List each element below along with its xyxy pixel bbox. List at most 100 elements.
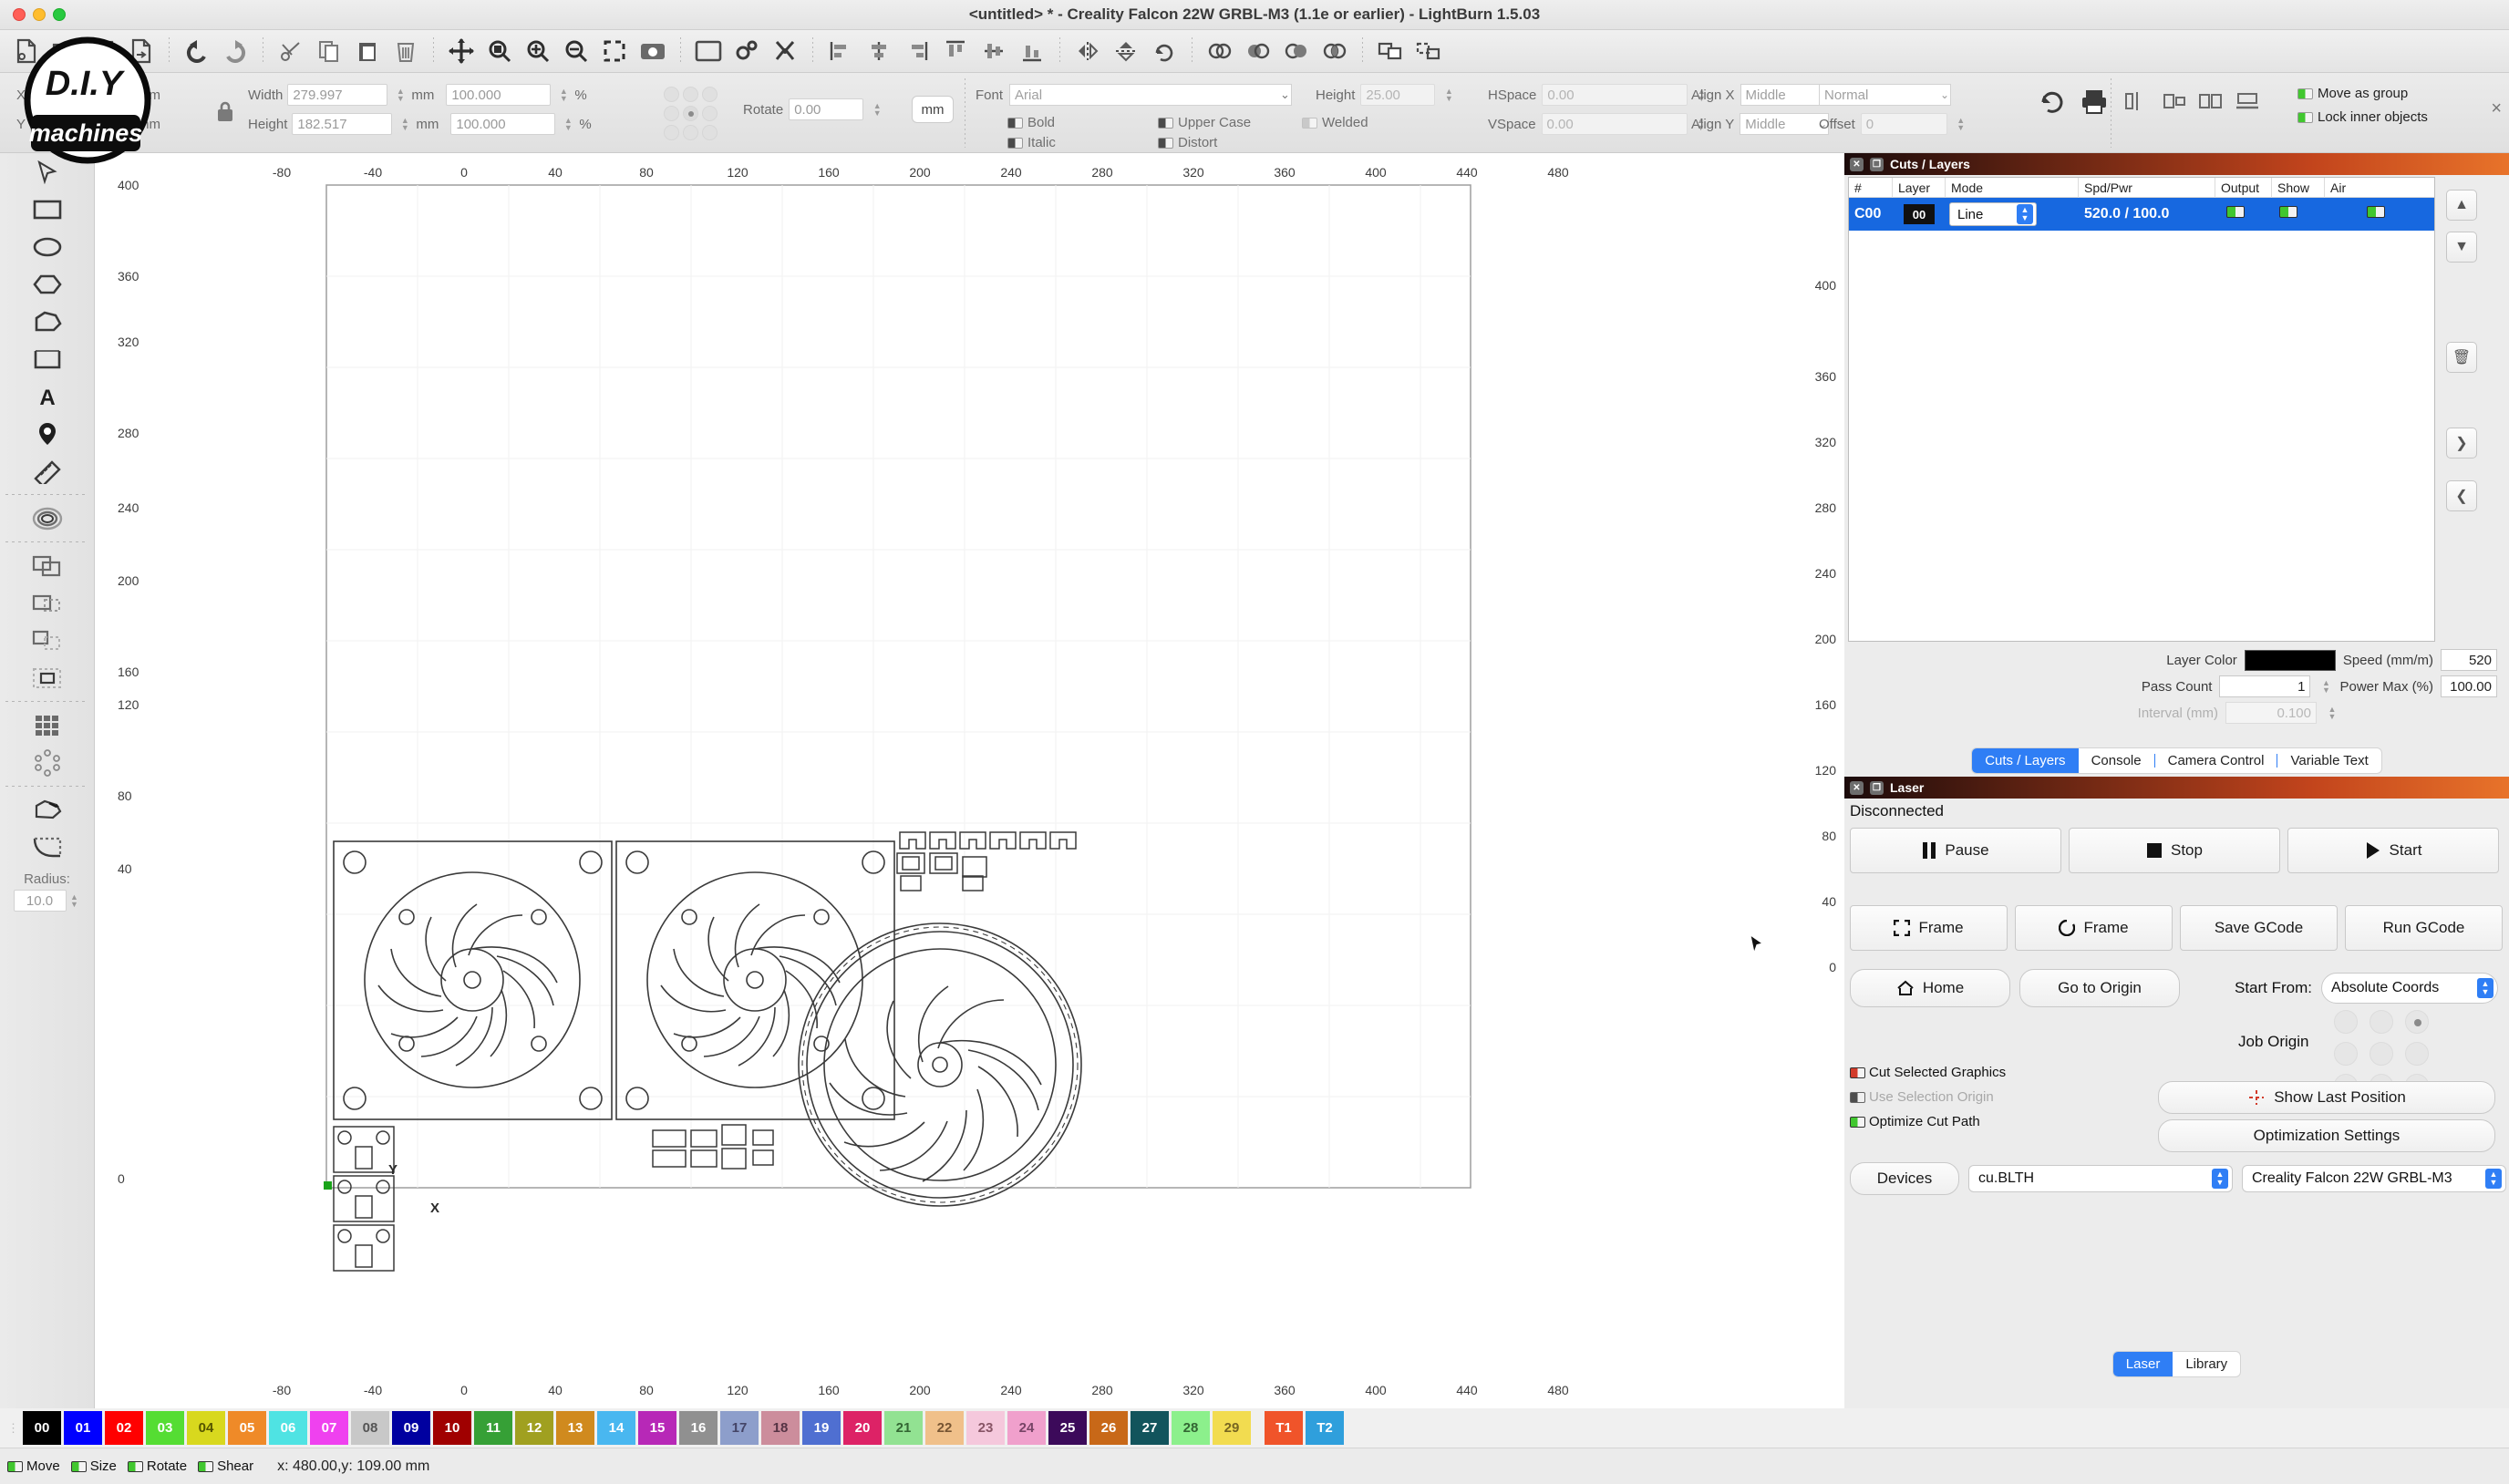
optimization-settings-button[interactable]: Optimization Settings <box>2158 1119 2495 1152</box>
prev-icon[interactable]: ❮ <box>2446 480 2477 511</box>
use-selection-origin-toggle[interactable]: Use Selection Origin <box>1850 1089 1994 1105</box>
move-as-group-toggle[interactable]: Move as group <box>2297 86 2408 101</box>
pass-count-stepper[interactable]: ▲ ▼ <box>2319 675 2332 697</box>
save-gcode-button[interactable]: Save GCode <box>2180 905 2338 951</box>
port-stepper-icon[interactable]: ▲ ▼ <box>2212 1169 2228 1189</box>
anchor-point-grid[interactable] <box>664 87 718 140</box>
row-output-toggle[interactable] <box>2226 206 2245 218</box>
align-left-icon[interactable] <box>821 33 860 69</box>
height-stepper[interactable]: ▲ ▼ <box>398 113 411 135</box>
move-switch[interactable] <box>7 1460 23 1472</box>
page-icon[interactable] <box>689 33 728 69</box>
align-center-page-icon[interactable] <box>2234 89 2261 117</box>
rotate-toggle[interactable]: Rotate <box>127 1458 187 1474</box>
cuts-layers-table[interactable]: # Layer Mode Spd/Pwr Output Show Air C00… <box>1848 177 2435 642</box>
offset-input[interactable]: 0 <box>1860 113 1947 135</box>
palette-swatch-12[interactable]: 12 <box>515 1411 553 1445</box>
palette-swatch-18[interactable]: 18 <box>761 1411 800 1445</box>
move-layer-down-icon[interactable]: ▼ <box>2446 232 2477 263</box>
units-button[interactable]: mm <box>912 96 954 123</box>
move-as-group-switch[interactable] <box>2297 88 2313 99</box>
palette-swatch-29[interactable]: 29 <box>1213 1411 1251 1445</box>
mode-stepper-icon[interactable]: ▲ ▼ <box>2017 204 2033 224</box>
palette-swatch-19[interactable]: 19 <box>802 1411 841 1445</box>
print-preview-icon[interactable] <box>2080 88 2109 119</box>
text-style-select[interactable]: Normal <box>1819 84 1951 106</box>
palette-swatch-16[interactable]: 16 <box>679 1411 718 1445</box>
text-tool[interactable]: A <box>0 377 95 415</box>
boolean-intersect-tool[interactable] <box>0 622 95 659</box>
palette-swatch-14[interactable]: 14 <box>597 1411 635 1445</box>
lock-aspect-ratio-button[interactable] <box>212 93 239 129</box>
frame-select-icon[interactable] <box>595 33 634 69</box>
palette-swatch-T1[interactable]: T1 <box>1265 1411 1303 1445</box>
lock-inner-objects-switch[interactable] <box>2297 111 2313 123</box>
job-origin-middle-right[interactable] <box>2405 1042 2429 1066</box>
palette-swatch-09[interactable]: 09 <box>392 1411 430 1445</box>
palette-swatch-26[interactable]: 26 <box>1089 1411 1128 1445</box>
palette-swatch-27[interactable]: 27 <box>1131 1411 1169 1445</box>
palette-handle-icon[interactable]: ⋮ <box>7 1421 19 1436</box>
laser-origin-controls[interactable]: Home Go to Origin Start From: Absolute C… <box>1850 969 2499 1007</box>
boolean-intersect-icon[interactable] <box>1316 33 1354 69</box>
row-show-toggle[interactable] <box>2279 206 2297 218</box>
reset-rotation-icon[interactable] <box>2038 88 2067 119</box>
rotate-input[interactable]: 0.00 <box>789 98 864 120</box>
palette-swatch-06[interactable]: 06 <box>269 1411 307 1445</box>
offset-stepper[interactable]: ▲ ▼ <box>1955 113 1967 135</box>
row-air-toggle[interactable] <box>2367 206 2385 218</box>
hspace-input[interactable]: 0.00 <box>1542 84 1688 106</box>
redo-icon[interactable] <box>216 33 254 69</box>
width-stepper[interactable]: ▲ ▼ <box>394 84 407 106</box>
italic-switch[interactable] <box>1007 137 1023 149</box>
height-scale-input[interactable]: 100.000 <box>450 113 556 135</box>
copy-icon[interactable] <box>310 33 348 69</box>
uppercase-switch[interactable] <box>1158 117 1173 129</box>
run-gcode-button[interactable]: Run GCode <box>2345 905 2503 951</box>
palette-swatch-04[interactable]: 04 <box>187 1411 225 1445</box>
boolean-subtract-tool[interactable] <box>0 584 95 622</box>
zoom-in-icon[interactable] <box>519 33 557 69</box>
go-to-origin-button[interactable]: Go to Origin <box>2019 969 2180 1007</box>
polygon-tool[interactable] <box>0 265 95 303</box>
ellipse-tool[interactable] <box>0 228 95 265</box>
palette-swatch-08[interactable]: 08 <box>351 1411 389 1445</box>
align-right-icon[interactable] <box>898 33 936 69</box>
palette-swatch-02[interactable]: 02 <box>105 1411 143 1445</box>
fillet-tool[interactable] <box>0 829 95 866</box>
bold-switch[interactable] <box>1007 117 1023 129</box>
zoom-out-icon[interactable] <box>557 33 595 69</box>
distort-toggle[interactable]: Distort <box>1158 135 1217 150</box>
move-layer-up-icon[interactable]: ▲ <box>2446 190 2477 221</box>
job-origin-middle-left[interactable] <box>2334 1042 2358 1066</box>
job-origin-top-left[interactable] <box>2334 1010 2358 1034</box>
bold-toggle[interactable]: Bold <box>1007 115 1055 130</box>
tab-cuts-layers[interactable]: Cuts / Layers <box>1972 748 2079 773</box>
tab-library[interactable]: Library <box>2173 1352 2240 1376</box>
color-palette[interactable]: ⋮ 00 01 02 03 04 05 06 07 08 09 10 11 12 13 14 15 16 17 18… <box>0 1408 2509 1448</box>
width-scale-input[interactable]: 100.000 <box>446 84 552 106</box>
show-last-position-button[interactable]: Show Last Position <box>2158 1081 2495 1114</box>
boolean-cut-tool[interactable] <box>0 659 95 696</box>
anchor-bottom-left[interactable] <box>664 125 679 140</box>
font-family-select[interactable]: Arial <box>1009 84 1293 106</box>
offset-shapes-tool[interactable] <box>0 500 95 537</box>
text-height-input[interactable]: 25.00 <box>1360 84 1436 106</box>
distort-switch[interactable] <box>1158 137 1173 149</box>
boolean-union-icon[interactable] <box>1239 33 1277 69</box>
device-stepper-icon[interactable]: ▲ ▼ <box>2485 1169 2502 1189</box>
canvas-svg[interactable] <box>95 153 1844 1408</box>
anchor-top-right[interactable] <box>702 87 718 102</box>
size-toggle[interactable]: Size <box>70 1458 117 1474</box>
cut-selected-graphics-toggle[interactable]: Cut Selected Graphics <box>1850 1065 2006 1080</box>
job-origin-middle-center[interactable] <box>2370 1042 2393 1066</box>
frame-round-button[interactable]: Frame <box>2015 905 2173 951</box>
height-input[interactable]: 182.517 <box>292 113 393 135</box>
anchor-bottom-right[interactable] <box>702 125 718 140</box>
align-grid-icon[interactable] <box>2197 89 2225 117</box>
power-max-input[interactable]: 100.00 <box>2441 675 2497 697</box>
tab-console[interactable]: Console <box>2079 748 2154 773</box>
right-dock[interactable]: ✕ ❐ Cuts / Layers # Layer Mode Spd/Pwr O… <box>1844 153 2509 1408</box>
rotate-stepper[interactable]: ▲ ▼ <box>871 98 883 120</box>
width-input[interactable]: 279.997 <box>287 84 388 106</box>
